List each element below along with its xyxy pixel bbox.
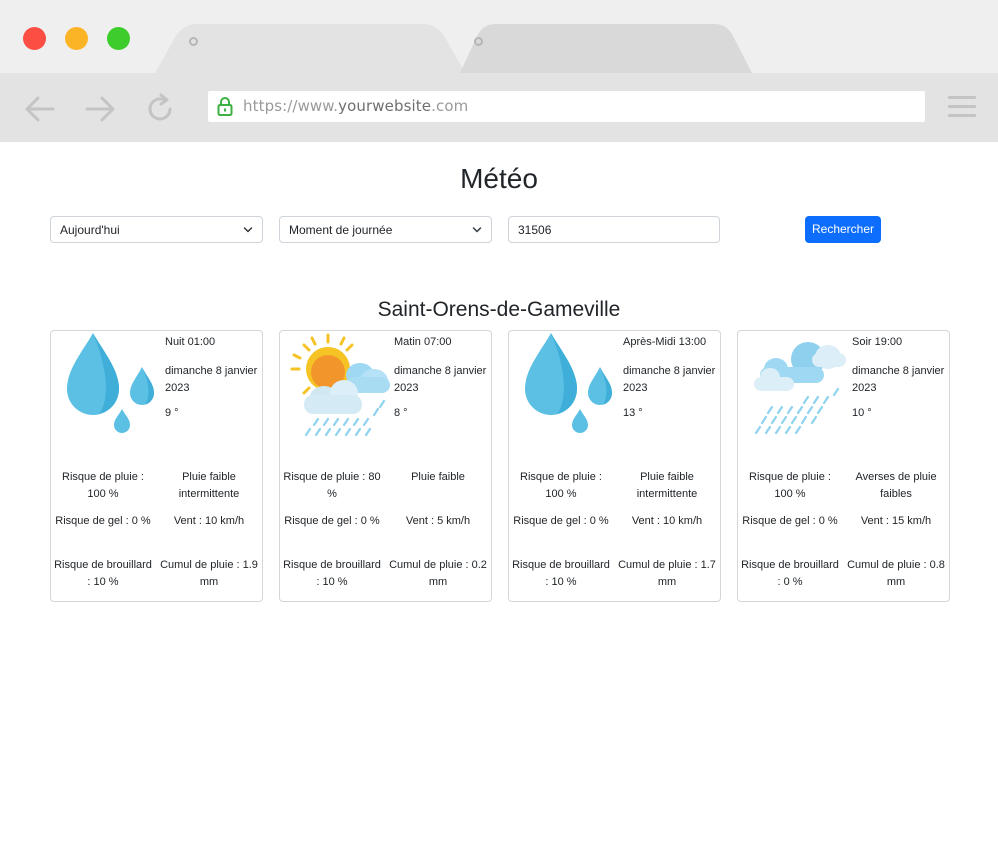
tab-strip <box>0 0 998 73</box>
forward-arrow-icon[interactable] <box>83 92 117 126</box>
frost-risk: Risque de gel : 0 % <box>513 515 609 527</box>
minimize-window-button[interactable] <box>65 27 88 50</box>
card-date: dimanche 8 janvier 2023 <box>394 365 487 394</box>
wind: Vent : 10 km/h <box>631 515 703 527</box>
rain-risk: Risque de pluie : 80 % <box>283 471 381 500</box>
card-date: dimanche 8 janvier 2023 <box>623 365 716 394</box>
wind: Vent : 15 km/h <box>860 515 932 527</box>
frost-risk: Risque de gel : 0 % <box>284 515 380 527</box>
url-prefix: https://www. <box>243 97 339 115</box>
fog-risk: Risque de brouillard : 10 % <box>54 559 152 588</box>
moment-select-value: Moment de journée <box>289 223 393 237</box>
forecast-card: Matin 07:00 dimanche 8 janvier 2023 8 ° … <box>279 330 492 602</box>
moment-select[interactable]: Moment de journée <box>279 216 492 243</box>
rain-total: Cumul de pluie : 0.8 mm <box>847 559 945 588</box>
card-moment: Matin 07:00 <box>394 336 452 348</box>
forecast-card: Soir 19:00 dimanche 8 janvier 2023 10 ° … <box>737 330 950 602</box>
frost-risk: Risque de gel : 0 % <box>55 515 151 527</box>
browser-toolbar: https://www.yourwebsite.com <box>0 73 998 142</box>
fog-risk: Risque de brouillard : 10 % <box>512 559 610 588</box>
rain-total: Cumul de pluie : 1.9 mm <box>160 559 258 588</box>
condition: Pluie faible intermittente <box>178 471 240 500</box>
url-domain: yourwebsite <box>338 97 432 115</box>
url-text: https://www.yourwebsite.com <box>243 97 468 115</box>
maximize-window-button[interactable] <box>107 27 130 50</box>
rain-total: Cumul de pluie : 1.7 mm <box>618 559 716 588</box>
close-window-button[interactable] <box>23 27 46 50</box>
fog-risk: Risque de brouillard : 0 % <box>741 559 839 588</box>
day-select[interactable]: Aujourd'hui <box>50 216 263 243</box>
chevron-down-icon <box>472 227 482 233</box>
rain-drops-icon <box>67 333 154 433</box>
condition: Pluie faible intermittente <box>636 471 698 500</box>
search-button[interactable]: Rechercher <box>805 216 881 243</box>
tab-active[interactable] <box>155 0 465 73</box>
browser-chrome: https://www.yourwebsite.com <box>0 0 998 142</box>
rain-risk: Risque de pluie : 100 % <box>62 471 144 500</box>
sun-cloud-rain-icon <box>290 333 390 437</box>
condition: Averses de pluie faibles <box>855 471 937 500</box>
postcode-value: 31506 <box>518 223 552 237</box>
card-date: dimanche 8 janvier 2023 <box>852 365 945 394</box>
rain-risk: Risque de pluie : 100 % <box>749 471 831 500</box>
forecast-card: Après-Midi 13:00 dimanche 8 janvier 2023… <box>508 330 721 602</box>
card-temperature: 10 ° <box>852 407 872 419</box>
card-temperature: 8 ° <box>394 407 408 419</box>
wind: Vent : 5 km/h <box>405 515 471 527</box>
condition: Pluie faible <box>411 471 465 483</box>
day-select-value: Aujourd'hui <box>60 223 120 237</box>
forecast-card: Nuit 01:00 dimanche 8 janvier 2023 9 ° R… <box>50 330 263 602</box>
tab-inactive[interactable] <box>452 0 752 73</box>
lock-icon <box>217 96 233 122</box>
fog-risk: Risque de brouillard : 10 % <box>283 559 381 588</box>
city-title: Saint-Orens-de-Gameville <box>377 298 621 321</box>
rain-risk: Risque de pluie : 100 % <box>520 471 602 500</box>
tab-favicon-icon <box>189 37 198 46</box>
hamburger-menu-icon[interactable] <box>948 96 976 120</box>
back-arrow-icon[interactable] <box>23 92 57 126</box>
cloud-rain-icon <box>754 342 846 435</box>
url-suffix: .com <box>431 97 469 115</box>
chevron-down-icon <box>243 227 253 233</box>
wind: Vent : 10 km/h <box>173 515 245 527</box>
frost-risk: Risque de gel : 0 % <box>742 515 838 527</box>
page-title: Météo <box>460 163 538 194</box>
card-moment: Après-Midi 13:00 <box>623 336 707 348</box>
card-moment: Soir 19:00 <box>852 336 903 348</box>
address-bar[interactable]: https://www.yourwebsite.com <box>208 91 925 122</box>
card-temperature: 13 ° <box>623 407 643 419</box>
page-content: Météo Aujourd'hui Moment de journée 3150… <box>0 142 998 843</box>
reload-icon[interactable] <box>143 92 177 126</box>
rain-drops-icon <box>525 333 612 433</box>
rain-total: Cumul de pluie : 0.2 mm <box>389 559 487 588</box>
tab-favicon-icon <box>474 37 483 46</box>
postcode-input[interactable]: 31506 <box>508 216 720 243</box>
card-date: dimanche 8 janvier 2023 <box>165 365 258 394</box>
card-moment: Nuit 01:00 <box>165 336 216 348</box>
card-temperature: 9 ° <box>165 407 179 419</box>
